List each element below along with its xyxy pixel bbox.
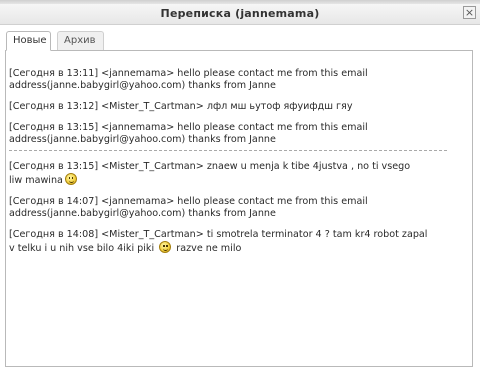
wink-smiley-icon	[64, 173, 77, 185]
message-item: [Сегодня в 13:12] <Mister_T_Cartman> лфл…	[9, 101, 449, 113]
message-text: [Сегодня в 14:08] <Mister_T_Cartman> ti …	[9, 229, 428, 240]
message-item: [Сегодня в 13:15] <jannemama> hello plea…	[9, 122, 449, 146]
message-text: liw mawina	[9, 175, 63, 186]
message-divider	[9, 150, 447, 151]
message-item: [Сегодня в 13:15] <Mister_T_Cartman> zna…	[9, 161, 449, 187]
message-text: address(janne.babygirl@yahoo.com) thanks…	[9, 208, 276, 219]
message-text: address(janne.babygirl@yahoo.com) thanks…	[9, 134, 276, 145]
message-text: [Сегодня в 13:15] <Mister_T_Cartman> zna…	[9, 161, 411, 172]
message-text: [Сегодня в 13:11] <jannemama> hello plea…	[9, 68, 368, 79]
message-text: [Сегодня в 14:07] <jannemama> hello plea…	[9, 196, 368, 207]
chat-panel: [Сегодня в 13:11] <jannemama> hello plea…	[5, 50, 473, 367]
message-text-line: liw mawina	[9, 173, 449, 187]
window-titlebar: Переписка (jannemama) ×	[0, 4, 480, 25]
message-list: [Сегодня в 13:11] <jannemama> hello plea…	[9, 68, 449, 264]
message-text: [Сегодня в 13:12] <Mister_T_Cartman> лфл…	[9, 101, 353, 112]
message-item: [Сегодня в 13:11] <jannemama> hello plea…	[9, 68, 449, 92]
message-text-line: v telku i u nih vse bilo 4iki piki razve…	[9, 241, 449, 255]
message-item: [Сегодня в 14:07] <jannemama> hello plea…	[9, 196, 449, 220]
message-text: [Сегодня в 13:15] <jannemama> hello plea…	[9, 122, 368, 133]
close-button[interactable]: ×	[463, 6, 476, 19]
tab-new[interactable]: Новые	[6, 31, 51, 51]
message-item: [Сегодня в 14:08] <Mister_T_Cartman> ti …	[9, 229, 449, 255]
window-title: Переписка (jannemama)	[160, 7, 320, 20]
message-text: v telku i u nih vse bilo 4iki piki	[9, 243, 155, 254]
message-text: address(janne.babygirl@yahoo.com) thanks…	[9, 80, 276, 91]
message-text: razve ne milo	[176, 243, 242, 254]
smile-smiley-icon	[159, 241, 172, 253]
tab-archive[interactable]: Архив	[57, 31, 104, 51]
